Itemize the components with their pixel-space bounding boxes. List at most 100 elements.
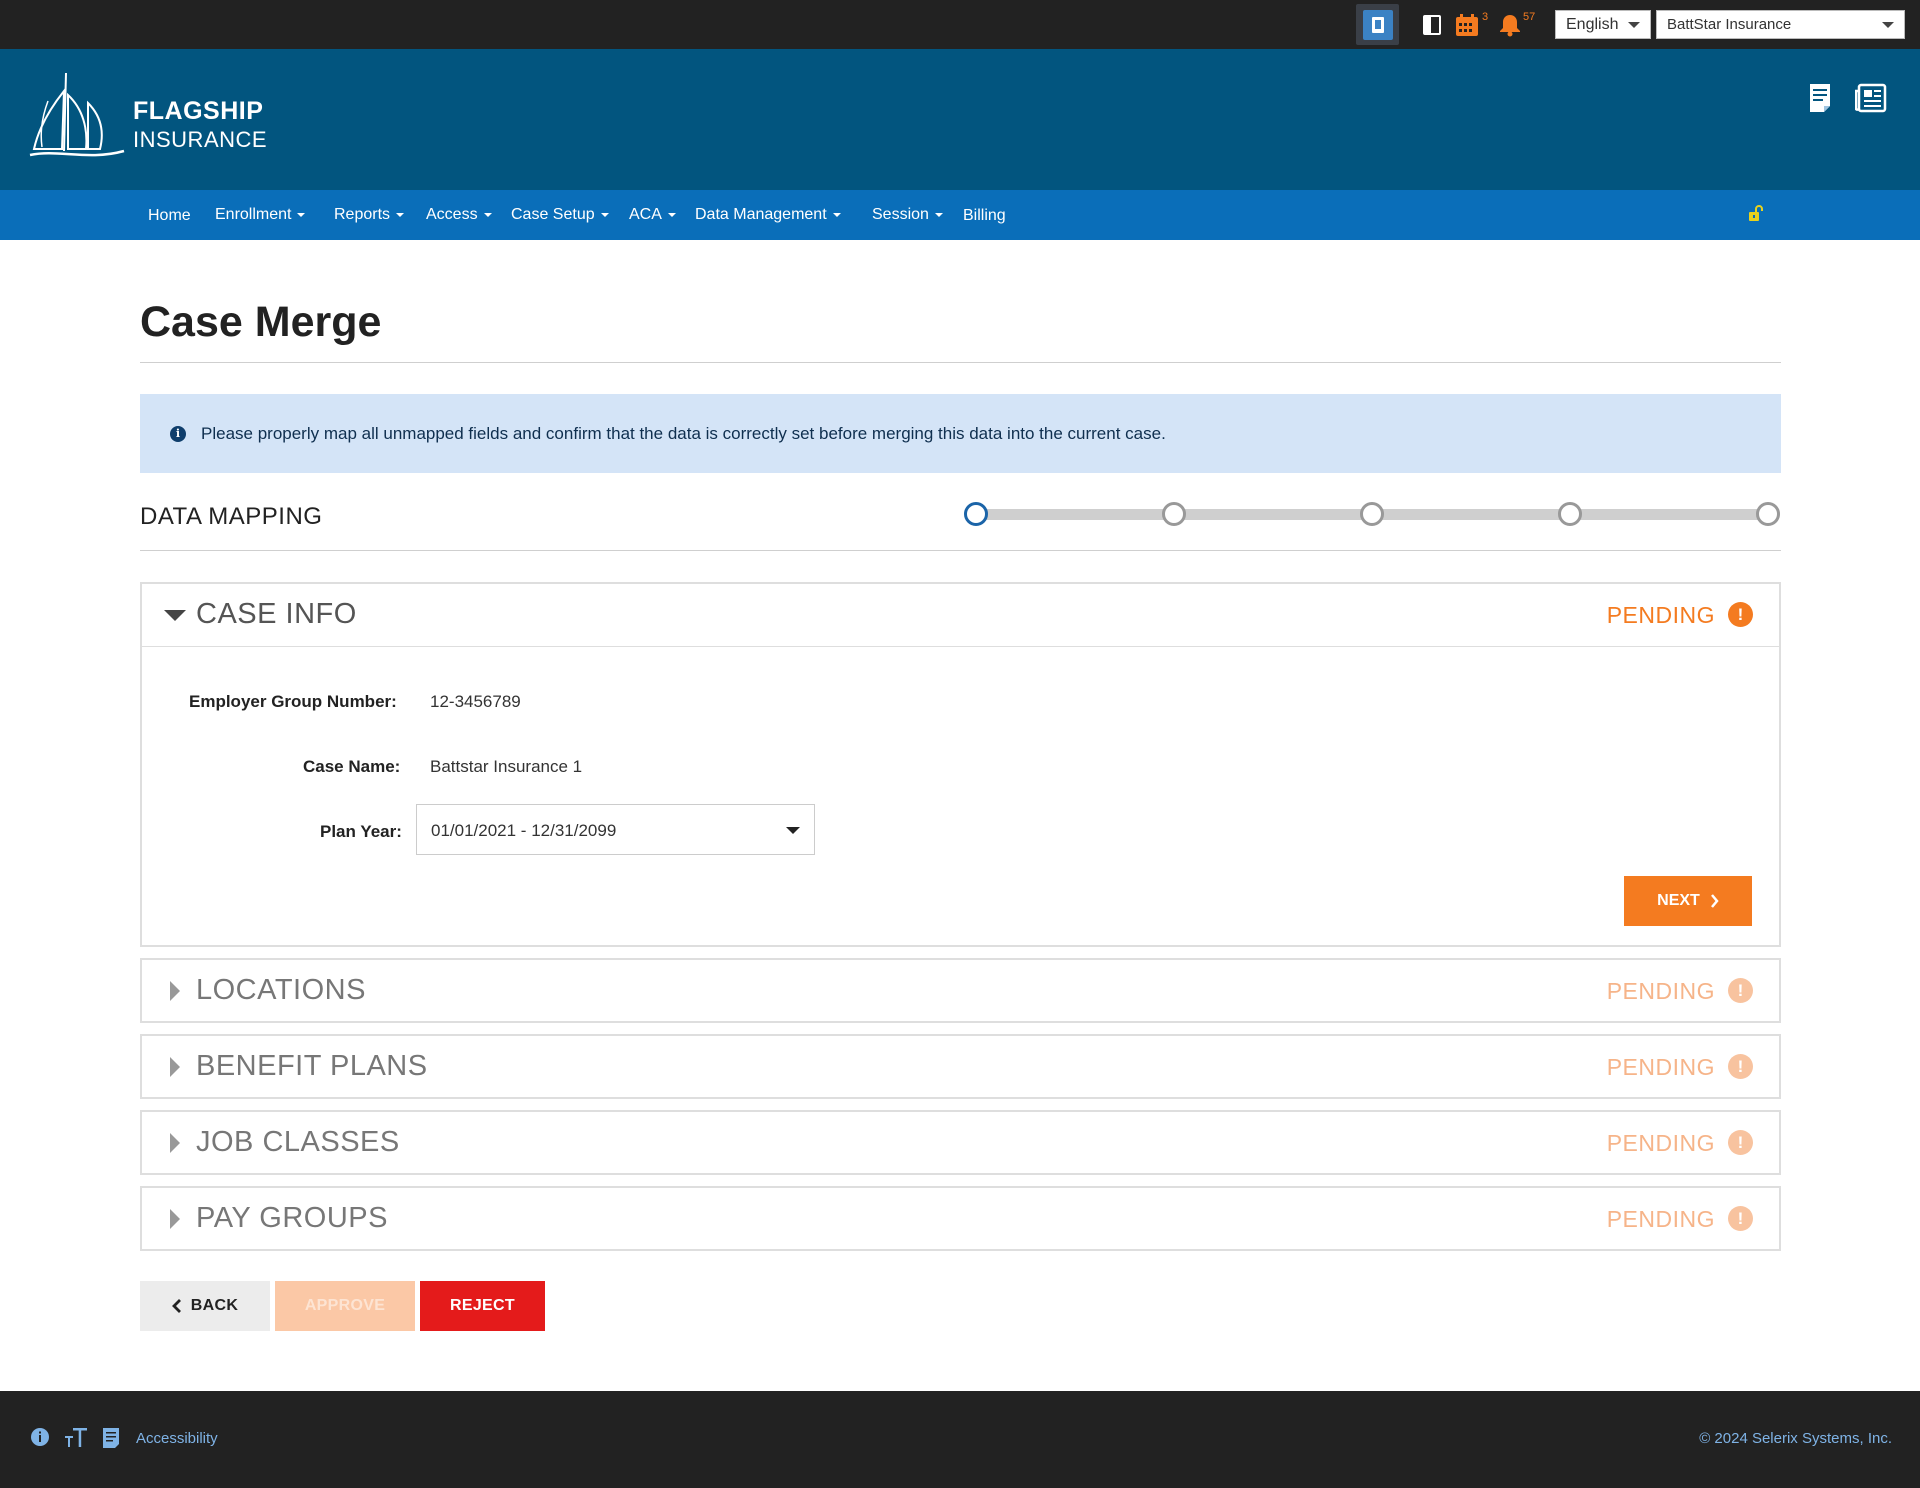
caret-right-icon [170, 1133, 180, 1153]
footer: Accessibility © 2024 Selerix Systems, In… [0, 1391, 1920, 1488]
exclamation-icon: ! [1728, 602, 1753, 627]
calendar-badge: 3 [1482, 11, 1489, 23]
exclamation-icon: ! [1728, 1054, 1753, 1079]
document-icon[interactable] [1808, 83, 1832, 118]
exclamation-icon: ! [1728, 1130, 1753, 1155]
next-button[interactable]: NEXT [1624, 876, 1752, 926]
nav-label: Data Management [695, 206, 827, 223]
newspaper-icon[interactable] [1854, 83, 1887, 118]
nav-data-management[interactable]: Data Management [695, 206, 841, 224]
top-utility-bar: 3 57 English BattStar Insurance [0, 0, 1920, 49]
job-classes-header[interactable]: JOB CLASSES PENDING ! [142, 1112, 1779, 1174]
exclamation-icon: ! [1728, 1206, 1753, 1231]
step-1[interactable] [964, 502, 988, 526]
panel-title: LOCATIONS [196, 974, 366, 1006]
nav-label: Access [426, 206, 478, 223]
job-classes-panel[interactable]: JOB CLASSES PENDING ! [140, 1110, 1781, 1175]
pay-groups-panel[interactable]: PAY GROUPS PENDING ! [140, 1186, 1781, 1251]
panel-title: JOB CLASSES [196, 1126, 400, 1158]
calendar-icon[interactable] [1454, 0, 1480, 49]
info-icon: i [170, 426, 186, 442]
logo-text-insurance: INSURANCE [133, 127, 268, 152]
step-3[interactable] [1360, 502, 1384, 526]
status-label: PENDING [1606, 978, 1715, 1004]
page-title: Case Merge [140, 298, 382, 346]
copyright-text: © 2024 Selerix Systems, Inc. [1699, 1430, 1892, 1447]
case-info-panel: CASE INFO PENDING ! Employer Group Numbe… [140, 582, 1781, 947]
reject-label: REJECT [450, 1297, 515, 1314]
unlock-icon[interactable] [1748, 204, 1764, 227]
nav-enrollment[interactable]: Enrollment [215, 206, 306, 224]
chevron-right-icon [1710, 894, 1719, 908]
panel-title: BENEFIT PLANS [196, 1050, 428, 1082]
section-label: DATA MAPPING [140, 503, 323, 530]
mapping-divider [140, 550, 1781, 551]
chevron-down-icon [1882, 22, 1894, 28]
contact-card-button[interactable] [1356, 4, 1399, 45]
logo-text-flagship: FLAGSHIP [133, 97, 264, 125]
caret-down-icon [483, 212, 492, 217]
chevron-left-icon [171, 1299, 181, 1313]
nav-reports[interactable]: Reports [334, 206, 405, 224]
contact-card-icon [1362, 9, 1393, 40]
nav-home[interactable]: Home [148, 207, 191, 225]
plan-year-label: Plan Year: [320, 822, 402, 841]
case-info-header[interactable]: CASE INFO PENDING ! [142, 584, 1779, 646]
locations-header[interactable]: LOCATIONS PENDING ! [142, 960, 1779, 1022]
employer-group-value: 12-3456789 [430, 692, 521, 711]
book-icon[interactable] [1420, 0, 1444, 49]
header: FLAGSHIP INSURANCE [0, 49, 1920, 190]
plan-year-select[interactable]: 01/01/2021 - 12/31/2099 [416, 804, 815, 855]
nav-label: Session [872, 206, 929, 223]
step-2[interactable] [1162, 502, 1186, 526]
info-icon[interactable] [30, 1427, 50, 1452]
approve-button[interactable]: APPROVE [275, 1281, 415, 1331]
accessibility-link[interactable]: Accessibility [136, 1430, 218, 1447]
caret-down-icon [600, 212, 609, 217]
sailboat-logo-icon[interactable] [28, 71, 128, 166]
case-info-body: Employer Group Number: 12-3456789 Case N… [142, 646, 1779, 945]
pay-groups-header[interactable]: PAY GROUPS PENDING ! [142, 1188, 1779, 1250]
caret-right-icon [170, 1057, 180, 1077]
benefit-plans-header[interactable]: BENEFIT PLANS PENDING ! [142, 1036, 1779, 1098]
nav-session[interactable]: Session [872, 206, 943, 224]
caret-down-icon [297, 212, 306, 217]
plan-year-value: 01/01/2021 - 12/31/2099 [431, 821, 617, 840]
company-select[interactable]: BattStar Insurance [1656, 10, 1905, 39]
caret-down-icon [832, 212, 841, 217]
info-alert: i Please properly map all unmapped field… [140, 394, 1781, 473]
status-label: PENDING [1606, 1130, 1715, 1156]
main-nav: Home Enrollment Reports Access Case Setu… [0, 190, 1920, 240]
back-button[interactable]: BACK [140, 1281, 270, 1331]
locations-panel[interactable]: LOCATIONS PENDING ! [140, 958, 1781, 1023]
nav-label: Billing [963, 207, 1006, 224]
chevron-down-icon [1628, 22, 1640, 28]
language-value: English [1566, 15, 1619, 33]
step-5[interactable] [1756, 502, 1780, 526]
panel-title: PAY GROUPS [196, 1202, 388, 1234]
next-label: NEXT [1657, 892, 1700, 909]
document-icon[interactable] [102, 1427, 120, 1454]
status-label: PENDING [1606, 1054, 1715, 1080]
nav-label: Case Setup [511, 206, 595, 223]
nav-case-setup[interactable]: Case Setup [511, 206, 609, 224]
nav-label: Home [148, 207, 191, 224]
text-size-icon[interactable] [64, 1427, 88, 1454]
nav-aca[interactable]: ACA [629, 206, 676, 224]
step-4[interactable] [1558, 502, 1582, 526]
chevron-down-icon [786, 827, 800, 834]
caret-down-icon [934, 212, 943, 217]
benefit-plans-panel[interactable]: BENEFIT PLANS PENDING ! [140, 1034, 1781, 1099]
bell-icon[interactable] [1497, 0, 1523, 49]
caret-right-icon [170, 1209, 180, 1229]
nav-access[interactable]: Access [426, 206, 492, 224]
caret-down-icon [164, 610, 186, 621]
notification-badge: 57 [1523, 11, 1536, 23]
caret-down-icon [396, 212, 405, 217]
nav-billing[interactable]: Billing [963, 207, 1006, 225]
status-label: PENDING [1606, 1206, 1715, 1232]
nav-label: ACA [629, 206, 662, 223]
nav-label: Reports [334, 206, 391, 223]
reject-button[interactable]: REJECT [420, 1281, 545, 1331]
language-select[interactable]: English [1555, 10, 1651, 39]
